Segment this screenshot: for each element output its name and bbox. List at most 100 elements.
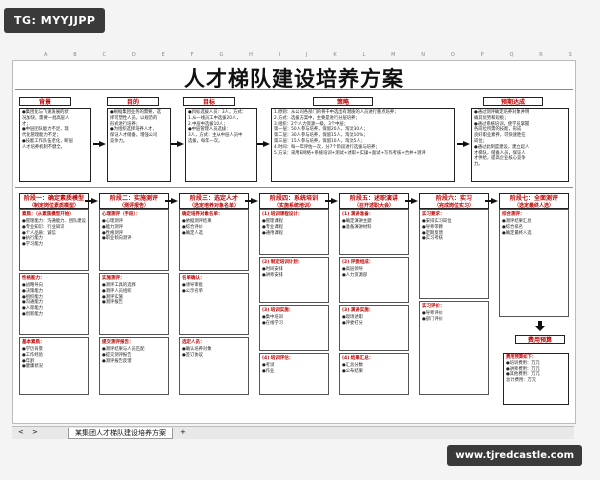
text-line: ●公示名单 — [182, 288, 203, 294]
arrow-down — [535, 321, 545, 331]
text-line: ●评委打分 — [342, 320, 363, 326]
stage-card: 实施测评： ●测评工具的选择 ●测评人员组织 ●测评实施 ●测评报告 — [99, 273, 169, 335]
column-letter: G — [219, 52, 224, 58]
column-letter: L — [362, 52, 366, 58]
card-title: (4) 培训评估： — [262, 356, 294, 361]
card-title: (3) 演讲实施： — [342, 308, 374, 313]
text-line: ●部门评价 — [422, 316, 443, 322]
card-title: 心理测评（手段）： — [102, 212, 141, 217]
text-line: ●公布结果 — [342, 368, 363, 374]
stage-card: 实习评价： ●导师评价 ●部门评价 — [419, 301, 489, 395]
card-title: 实施测评： — [102, 276, 125, 281]
stage-subtitle: （选定培养对象名单） — [188, 202, 239, 209]
text-line: ●通用课程 — [262, 230, 283, 236]
card-title: 综合测评： — [502, 212, 525, 217]
column-letter: R — [539, 52, 543, 58]
text-line: ●职业倾向测评 — [102, 236, 132, 242]
stage-title: 阶段四：系统培训 — [269, 195, 318, 202]
text-line: ●学习能力 — [22, 242, 43, 248]
column-letter: E — [161, 52, 165, 58]
stage-card: (4) 培训评估： ●考试 ●作业 — [259, 353, 329, 395]
card-title: 素质：（从素质模型开始） — [22, 212, 74, 217]
stage-card: (2) 制定培训计划： ●时间安排 ●讲师安排 — [259, 257, 329, 303]
divider — [15, 89, 573, 90]
stage-header-7: 阶段七：全面测评 （选定最终人选） — [499, 193, 569, 209]
card-title: 选定人员： — [182, 340, 205, 345]
text-line: ●目标选拔人员：3人，方式： — [188, 110, 247, 115]
stage-subtitle: （制定岗位素质模型） — [28, 202, 79, 209]
text-line: 人才培养机制不健全。 — [22, 144, 65, 150]
divider — [15, 187, 573, 188]
stage-card: 选定人员： ●确认培养对象 ●签订协议 — [179, 337, 249, 395]
arrow-right — [171, 141, 184, 147]
text-line: 力。 — [474, 162, 483, 168]
text-line: ●创新能力 — [22, 311, 43, 317]
background-box: ●集团化与飞速发展的状 况加快，需要一批高层人 才； ●中层团队能力不足，现 代化管理能… — [19, 108, 91, 182]
column-letter: S — [568, 52, 572, 58]
header-background: 背景 — [19, 97, 71, 106]
text-line: ●人力资源部 — [342, 272, 368, 278]
column-letter: J — [306, 52, 308, 58]
expected-box: ●通过测评确定培养对象并明 确其优势和短板； ●通过系统培训，使学员掌握 各岗位所需的… — [471, 108, 569, 182]
sheet-tab[interactable]: 某集团人才梯队建设培养方案 — [68, 428, 173, 439]
prev-sheet-button[interactable]: < — [18, 428, 24, 436]
stage-card: 名单确认： ●领导审批 ●公示名单 — [179, 273, 249, 335]
column-letter: B — [73, 52, 77, 58]
stage-title: 阶段七：全面测评 — [509, 195, 558, 202]
stage-title: 阶段六：实习 — [435, 195, 472, 202]
arrow-right — [457, 141, 470, 147]
column-letter: K — [333, 52, 337, 58]
text-line: ●测评报告 — [102, 300, 123, 306]
text-line: ●确定人选 — [182, 230, 203, 236]
column-letter: C — [102, 52, 107, 58]
stage-header-3: 阶段三：选定人才 （选定培养对象名单） — [179, 193, 249, 209]
card-title: 名单确认： — [182, 276, 205, 281]
stage-card: 基本素质： ●学历背景 ●工作经验 ●年龄 ●健康状况 — [19, 337, 89, 395]
spreadsheet-sheet: 人才梯队建设培养方案 背景 目的 目标 策略 预期达成 ●集团化与飞速发展的状况… — [12, 60, 576, 424]
card-title: (3) 培训实施： — [262, 308, 294, 313]
card-title: (2) 评委组成： — [342, 260, 374, 265]
stage-header-5: 阶段五：述职演讲 （召开述职大会） — [339, 193, 409, 209]
stage-card: 性格能力： ●战略导向 ●决策能力 ●组织能力 ●沟通能力 ●人际能力 ●创新能力 — [19, 273, 89, 335]
card-title: 提交测评报告： — [102, 340, 134, 345]
card-title: 基本素质： — [22, 340, 45, 345]
stage-card: (4) 结果汇总： ●汇总分数 ●公布结果 — [339, 353, 409, 395]
stage-card: 实习要求： ●安排实习岗位 ●导师带教 ●定期反馈 ●实习考核 — [419, 209, 489, 299]
budget-header: 费用预算 — [515, 335, 565, 344]
arrow-right — [85, 198, 98, 204]
target-box: ●目标选拔人员：3人，方式： 1.从一线员工中选拔20人， 2.中层中选拔10人； ●… — [185, 108, 257, 182]
stage-header-2: 阶段二：实施测评 （测评报告） — [99, 193, 169, 209]
text-line: ●签订协议 — [182, 352, 203, 358]
text-line: ●测评报告反馈 — [102, 358, 132, 364]
column-letter: D — [131, 52, 136, 58]
header-strategy: 策略 — [313, 97, 373, 106]
stage-card: (1) 培训课程设计： ●管理课程 ●专业课程 ●通用课程 — [259, 209, 329, 255]
column-letter: O — [450, 52, 455, 58]
stage-card: 心理测评（手段）： ●心理测评 ●能力测评 ●性格测评 ●职业倾向测评 — [99, 209, 169, 271]
text-line: 竞争力。 — [110, 138, 128, 144]
watermark-bottom: www.tjredcastle.com — [447, 445, 582, 466]
text-line: 5.方法：采用E网络+系统培训+测试+述职+实操+面试+写作考核+合并+测评 — [274, 150, 426, 156]
text-line: 总计费用：万元 — [506, 378, 537, 384]
text-line: ●在线学习 — [262, 320, 283, 326]
purpose-box: ●根据集团业务的需要，选 择可塑性人员，以规范的 形式进行培养； ●为组织选择培养人才… — [107, 108, 171, 182]
text-line: ●准备演讲材料 — [342, 224, 372, 230]
arrow-right — [165, 198, 178, 204]
card-title: (2) 制定培训计划： — [262, 260, 303, 265]
stage-card: (2) 评委组成： ●高层领导 ●人力资源部 — [339, 257, 409, 303]
text-line: ●根据集团业务的需要，选 — [110, 110, 162, 115]
text-line: ●确定最终人选 — [502, 230, 532, 236]
header-target: 目标 — [183, 97, 235, 106]
next-sheet-button[interactable]: > — [32, 428, 38, 436]
stage-subtitle: （选定最终人选） — [513, 202, 554, 209]
budget-box: 费用预算如下： ●培训费用：万元 ●讲师费用：万元 ●其他费用：万元 总计费用：万元 — [503, 353, 569, 405]
sheet-tab-bar: < > 某集团人才梯队建设培养方案 + — [12, 426, 574, 439]
stage-card: 综合测评： ●测评结果汇总 ●综合排名 ●确定最终人选 — [499, 209, 569, 317]
stage-subtitle: （实施系统培训） — [273, 202, 314, 209]
stage-header-6: 阶段六：实习 （完成岗位实习） — [419, 193, 489, 209]
text-line: ●作业 — [262, 368, 275, 374]
add-sheet-button[interactable]: + — [180, 428, 186, 436]
arrow-right — [325, 198, 338, 204]
card-title: 实习要求： — [422, 212, 445, 217]
card-title: 性格能力： — [22, 276, 45, 281]
